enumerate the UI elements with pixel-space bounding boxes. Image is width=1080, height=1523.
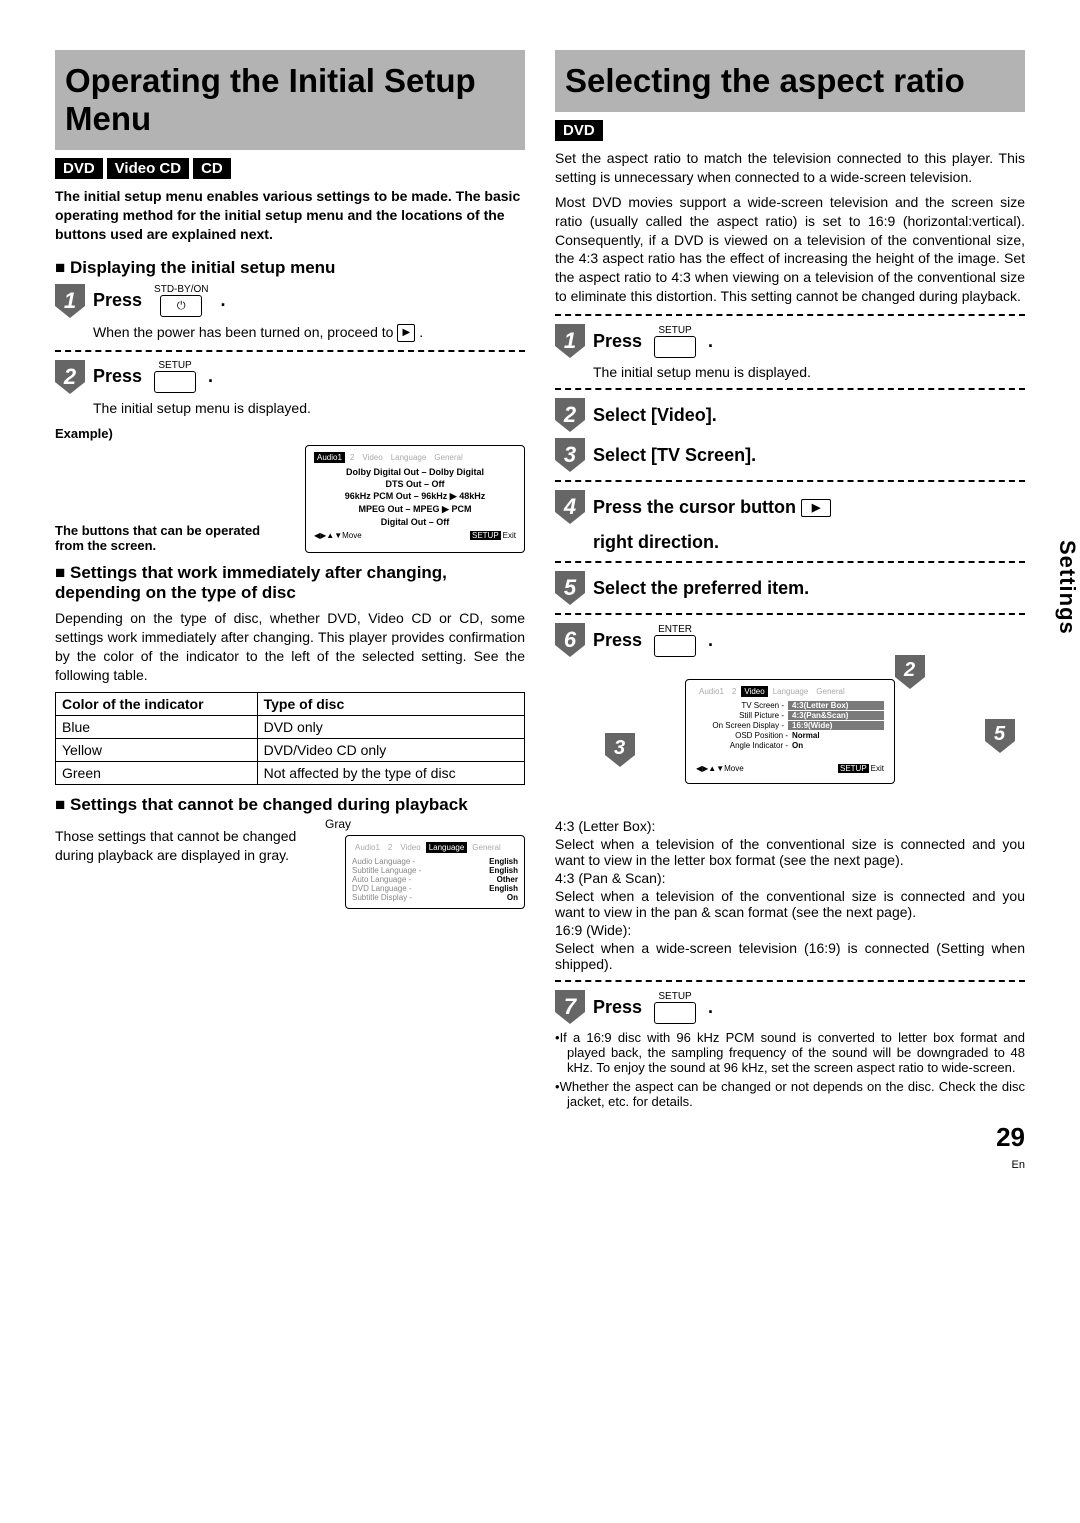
left-lead: The initial setup menu enables various s…: [55, 187, 525, 244]
rstep-1: 1 Press SETUP .: [555, 324, 1025, 358]
step2-desc: The initial setup menu is displayed.: [55, 400, 525, 416]
divider: [555, 480, 1025, 482]
setup-button-icon: SETUP: [654, 325, 696, 358]
right-column: Selecting the aspect ratio DVD Set the a…: [555, 50, 1025, 1113]
enter-button-icon: ENTER: [654, 624, 696, 657]
divider: [55, 350, 525, 352]
step-marker-7: 7: [555, 990, 585, 1024]
sub-cannot: Settings that cannot be changed during p…: [55, 795, 525, 815]
osd-video-menu: Audio1 2 Video Language General TV Scree…: [685, 679, 895, 784]
osd-example-1: Audio1 2 Video Language General Dolby Di…: [305, 445, 525, 553]
step-1-row: 1 Press STD-BY/ON ⏻ .: [55, 284, 525, 318]
right-intro2: Most DVD movies support a wide-screen te…: [555, 193, 1025, 306]
power-icon: ⏻: [160, 295, 202, 317]
divider: [555, 980, 1025, 982]
left-title: Operating the Initial Setup Menu: [55, 50, 525, 150]
osd-example-gray: Audio1 2 Video Language General Audio La…: [345, 835, 525, 909]
note-2: Whether the aspect can be changed or not…: [555, 1079, 1025, 1109]
step-2-row: 2 Press SETUP .: [55, 360, 525, 394]
badge-dvd-right: DVD: [555, 120, 603, 141]
step1-period: .: [221, 290, 226, 311]
step-marker-3: 3: [555, 438, 585, 472]
step-marker-1: 1: [55, 284, 85, 318]
section-side-tab: Settings: [1054, 540, 1080, 635]
badge-dvd: DVD: [55, 158, 103, 179]
manual-page: Operating the Initial Setup Menu DVD Vid…: [55, 50, 1025, 1113]
setup-button-icon: SETUP: [654, 991, 696, 1024]
rstep-7: 7 Press SETUP .: [555, 990, 1025, 1024]
divider: [555, 613, 1025, 615]
badge-videocd: Video CD: [107, 158, 189, 179]
indicator-table: Color of the indicatorType of disc BlueD…: [55, 692, 525, 785]
divider: [555, 388, 1025, 390]
callout-marker-5: 5: [985, 719, 1015, 753]
sub-settings-work: Settings that work immediately after cha…: [55, 563, 525, 603]
step-marker-5: 5: [555, 571, 585, 605]
right-title: Selecting the aspect ratio: [555, 50, 1025, 112]
page-number-lang: En: [1012, 1159, 1025, 1171]
divider: [555, 561, 1025, 563]
cannot-body: Those settings that cannot be changed du…: [55, 827, 305, 865]
step-marker-4: 4: [555, 490, 585, 524]
rstep-6: 6 Press ENTER .: [555, 623, 1025, 657]
rstep-2: 2 Select [Video].: [555, 398, 1025, 432]
sub-displaying: Displaying the initial setup menu: [55, 258, 525, 278]
setup-button-icon: SETUP: [154, 360, 196, 393]
rstep-5: 5 Select the preferred item.: [555, 571, 1025, 605]
step1-action: Press: [93, 290, 142, 311]
step-marker-2: 2: [55, 360, 85, 394]
stdby-button-icon: STD-BY/ON ⏻: [154, 284, 208, 317]
right-badges: DVD: [555, 120, 1025, 141]
badge-cd: CD: [193, 158, 231, 179]
left-badges: DVD Video CD CD: [55, 158, 525, 179]
cursor-right-icon: ▶: [801, 499, 831, 517]
page-number: 29: [996, 1122, 1025, 1153]
rstep-3: 3 Select [TV Screen].: [555, 438, 1025, 472]
aspect-options: 4:3 (Letter Box): Select when a televisi…: [555, 818, 1025, 972]
gray-label: Gray: [325, 817, 525, 831]
example-block: The buttons that can be operated from th…: [55, 445, 525, 553]
callout-marker-3: 3: [605, 733, 635, 767]
step-marker-2-ref-icon: ▶: [397, 324, 415, 342]
rstep-4: 4 Press the cursor button ▶ right direct…: [555, 490, 1025, 553]
osd-buttons-note: The buttons that can be operated from th…: [55, 523, 285, 553]
note-1: If a 16:9 disc with 96 kHz PCM sound is …: [555, 1030, 1025, 1075]
settings-work-body: Depending on the type of disc, whether D…: [55, 609, 525, 685]
osd-video-wrap: 2 3 5 Audio1 2 Video Language General TV…: [555, 663, 1025, 810]
left-column: Operating the Initial Setup Menu DVD Vid…: [55, 50, 525, 1113]
rstep1-desc: The initial setup menu is displayed.: [555, 364, 1025, 380]
step-marker-6: 6: [555, 623, 585, 657]
step-marker-1: 1: [555, 324, 585, 358]
step1-desc: When the power has been turned on, proce…: [55, 324, 525, 342]
example-label: Example): [55, 426, 525, 441]
step2-action: Press: [93, 366, 142, 387]
callout-marker-2: 2: [895, 655, 925, 689]
cannot-block: Those settings that cannot be changed du…: [55, 821, 525, 909]
right-intro1: Set the aspect ratio to match the televi…: [555, 149, 1025, 187]
divider: [555, 314, 1025, 316]
step-marker-2: 2: [555, 398, 585, 432]
